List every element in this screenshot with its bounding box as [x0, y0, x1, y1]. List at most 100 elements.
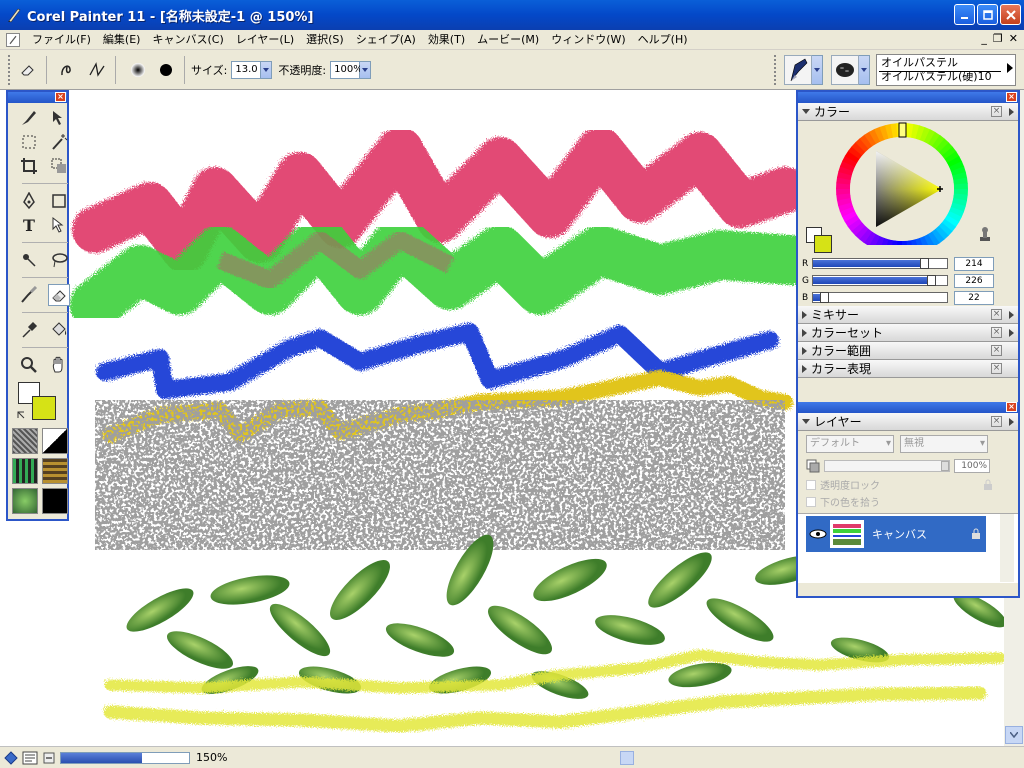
soft-dab-button[interactable]	[126, 58, 150, 82]
layers-palette-close-icon[interactable]: ×	[1006, 402, 1017, 412]
color-section-header[interactable]: カラー ×	[798, 103, 1018, 121]
lasso-tool[interactable]	[48, 249, 70, 271]
doc-minimize-icon[interactable]: _	[981, 32, 987, 45]
green-slider[interactable]	[812, 275, 948, 286]
color-section-close-icon[interactable]: ×	[991, 106, 1002, 117]
layer-lock-icon[interactable]	[970, 528, 982, 540]
layers-scrollbar[interactable]	[1000, 514, 1014, 582]
brush-category-dropdown[interactable]	[812, 55, 823, 85]
color-panel-primary-swatch[interactable]	[814, 235, 832, 253]
minimize-button[interactable]	[954, 4, 975, 25]
brush-tool[interactable]	[18, 107, 40, 129]
layer-opacity-slider[interactable]	[824, 460, 950, 472]
layer-row-canvas[interactable]: キャンバス	[806, 516, 986, 552]
color-palette-close-icon[interactable]: ×	[1006, 92, 1017, 102]
color-sets-section-header[interactable]: カラーセット ×	[798, 324, 1018, 342]
brush-category-button[interactable]	[784, 55, 812, 85]
toolbox-close-icon[interactable]: ×	[55, 92, 66, 102]
blender-tool[interactable]	[18, 284, 40, 306]
paint-bucket-tool[interactable]	[48, 319, 70, 341]
layer-opacity-value[interactable]: 100%	[954, 459, 990, 473]
blue-slider[interactable]	[812, 292, 948, 303]
grabber-tool[interactable]	[48, 354, 70, 376]
dropper-stamp-icon[interactable]	[978, 227, 992, 243]
size-field[interactable]: 13.0	[231, 60, 262, 79]
layers-section-header[interactable]: レイヤー ×	[798, 413, 1018, 431]
layers-palette-header[interactable]: ×	[798, 402, 1018, 413]
brush-variant-selector[interactable]: オイルパステル オイルパステル(硬)10	[876, 54, 1016, 86]
rotate-page-icon[interactable]	[4, 750, 18, 765]
scroll-down-button[interactable]	[1005, 726, 1023, 744]
zoom-out-icon[interactable]	[42, 751, 56, 765]
color-palette-header[interactable]: ×	[798, 92, 1018, 103]
primary-color-swatch[interactable]	[32, 396, 56, 420]
color-expression-section-header[interactable]: カラー表現 ×	[798, 360, 1018, 378]
green-slider-knob[interactable]	[926, 275, 936, 286]
color-expression-close-icon[interactable]: ×	[991, 363, 1002, 374]
swap-colors-icon[interactable]	[16, 410, 26, 420]
menu-file[interactable]: ファイル(F)	[26, 31, 97, 49]
opacity-slider-dropdown[interactable]	[360, 60, 372, 79]
red-value[interactable]: 214	[954, 256, 994, 271]
paper-texture-button[interactable]	[831, 55, 859, 85]
maximize-button[interactable]	[977, 4, 998, 25]
paper-texture-dropdown[interactable]	[859, 55, 870, 85]
pattern-selector[interactable]	[12, 458, 38, 484]
menu-edit[interactable]: 編集(E)	[97, 31, 147, 49]
rectangle-shape-tool[interactable]	[48, 190, 70, 212]
horizontal-scroll-thumb[interactable]	[620, 751, 634, 765]
text-tool[interactable]: T	[18, 214, 40, 236]
hard-dab-button[interactable]	[154, 58, 178, 82]
size-slider-dropdown[interactable]	[261, 60, 273, 79]
mixer-section-header[interactable]: ミキサー ×	[798, 306, 1018, 324]
dropper-curve-tool[interactable]	[18, 249, 40, 271]
transform-tool[interactable]	[48, 155, 70, 177]
menu-layer[interactable]: レイヤー(L)	[230, 31, 300, 49]
color-range-section-header[interactable]: カラー範囲 ×	[798, 342, 1018, 360]
gradient-selector[interactable]	[42, 428, 68, 454]
composite-depth-select[interactable]: 無視 ▾	[900, 435, 988, 453]
blue-slider-knob[interactable]	[819, 292, 829, 303]
red-slider-knob[interactable]	[920, 258, 930, 269]
shape-selection-tool[interactable]	[48, 214, 70, 236]
green-value[interactable]: 226	[954, 273, 994, 288]
color-sets-menu-icon[interactable]	[1009, 329, 1014, 337]
crop-tool[interactable]	[18, 155, 40, 177]
menu-effects[interactable]: 効果(T)	[422, 31, 471, 49]
opacity-field[interactable]: 100%	[330, 60, 363, 79]
blue-value[interactable]: 22	[954, 290, 994, 305]
look-selector[interactable]	[12, 488, 38, 514]
color-sets-close-icon[interactable]: ×	[991, 327, 1002, 338]
doc-restore-icon[interactable]: ❐	[993, 32, 1003, 45]
reset-tool-button[interactable]	[16, 58, 40, 82]
preserve-transparency-checkbox[interactable]	[806, 479, 816, 490]
brush-variant-arrow-icon[interactable]	[1007, 63, 1013, 73]
toolbox-header[interactable]: ×	[8, 92, 67, 103]
layer-adjuster-tool[interactable]	[48, 107, 70, 129]
doc-info-icon[interactable]	[22, 751, 38, 765]
rect-select-tool[interactable]	[18, 131, 40, 153]
freehand-stroke-button[interactable]	[57, 58, 81, 82]
red-slider[interactable]	[812, 258, 948, 269]
eraser-tool[interactable]	[48, 284, 70, 306]
composite-method-select[interactable]: デフォルト ▾	[806, 435, 894, 453]
menu-movie[interactable]: ムービー(M)	[471, 31, 545, 49]
dropper-tool[interactable]	[18, 319, 40, 341]
color-range-close-icon[interactable]: ×	[991, 345, 1002, 356]
doc-close-icon[interactable]: ✕	[1009, 32, 1018, 45]
magnifier-tool[interactable]	[18, 354, 40, 376]
straight-line-button[interactable]	[85, 58, 109, 82]
brush-selector-grip[interactable]	[774, 55, 778, 85]
menu-window[interactable]: ウィンドウ(W)	[545, 31, 631, 49]
color-section-menu-icon[interactable]	[1009, 108, 1014, 116]
zoom-slider[interactable]	[60, 751, 190, 764]
menu-help[interactable]: ヘルプ(H)	[632, 31, 694, 49]
layers-close-icon[interactable]: ×	[991, 416, 1002, 427]
mixer-close-icon[interactable]: ×	[991, 309, 1002, 320]
eye-icon[interactable]	[808, 527, 828, 541]
menu-select[interactable]: 選択(S)	[300, 31, 350, 49]
nozzle-selector[interactable]	[42, 488, 68, 514]
pick-underlying-checkbox[interactable]	[806, 496, 816, 507]
weave-selector[interactable]	[42, 458, 68, 484]
pen-tool[interactable]	[18, 190, 40, 212]
